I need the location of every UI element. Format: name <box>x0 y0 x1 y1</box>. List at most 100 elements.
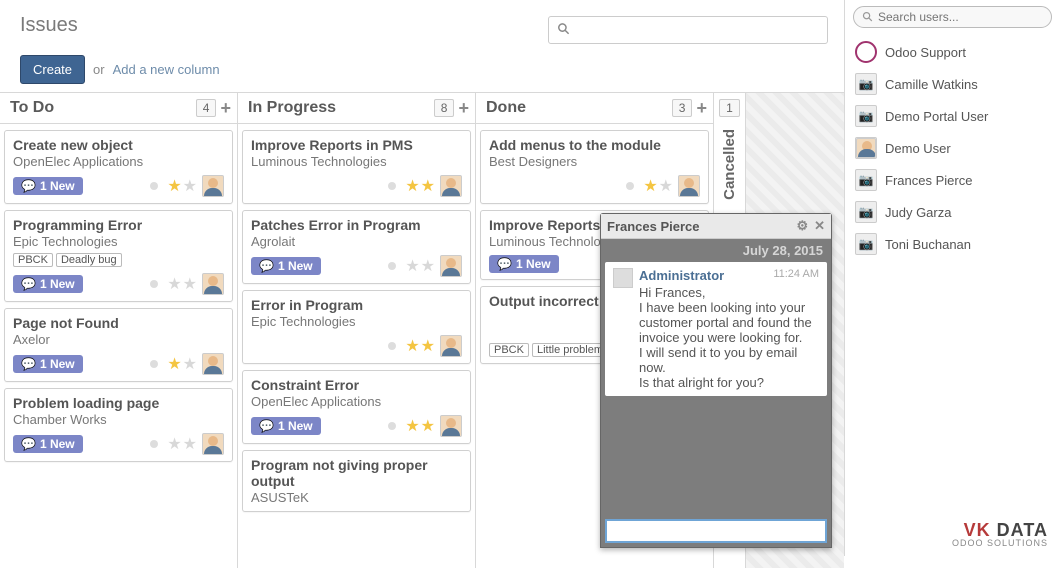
status-dot[interactable] <box>388 182 396 190</box>
user-name: Odoo Support <box>885 45 966 60</box>
new-pill[interactable]: 💬 1 New <box>489 255 559 273</box>
user-row[interactable]: 📷 Demo Portal User <box>849 100 1056 132</box>
card-subtitle: Epic Technologies <box>251 314 462 329</box>
close-icon[interactable]: ✕ <box>814 218 825 234</box>
chat-input-box[interactable] <box>605 519 827 543</box>
card-title: Improve Reports in PMS <box>251 137 462 153</box>
avatar <box>440 335 462 357</box>
avatar <box>202 273 224 295</box>
avatar: 📷 <box>855 105 877 127</box>
avatar: 📷 <box>855 233 877 255</box>
user-name: Camille Watkins <box>885 77 978 92</box>
avatar <box>202 175 224 197</box>
user-row[interactable]: Demo User <box>849 132 1056 164</box>
card-subtitle: OpenElec Applications <box>13 154 224 169</box>
create-button[interactable]: Create <box>20 55 85 84</box>
chat-text: Hi Frances, I have been looking into you… <box>639 285 819 390</box>
kanban-card[interactable]: Problem loading page Chamber Works 💬 1 N… <box>4 388 233 462</box>
chat-title: Frances Pierce <box>607 219 700 234</box>
brand-logo: VK DATA ODOO SOLUTIONS <box>952 521 1048 548</box>
user-search-input[interactable] <box>878 10 1043 24</box>
search-icon <box>863 10 873 24</box>
avatar <box>440 175 462 197</box>
add-card-icon[interactable]: + <box>696 100 707 116</box>
priority-stars[interactable]: ★★ <box>167 274 197 294</box>
status-dot[interactable] <box>626 182 634 190</box>
status-dot[interactable] <box>150 280 158 288</box>
priority-stars[interactable]: ★★ <box>167 354 197 374</box>
column-count: 3 <box>672 99 693 117</box>
search-box[interactable] <box>548 16 828 44</box>
card-subtitle: ASUSTeK <box>251 490 462 505</box>
kanban-card[interactable]: Constraint Error OpenElec Applications 💬… <box>242 370 471 444</box>
search-input[interactable] <box>576 23 819 38</box>
status-dot[interactable] <box>388 262 396 270</box>
avatar <box>202 433 224 455</box>
kanban-card[interactable]: Page not Found Axelor 💬 1 New ★★ <box>4 308 233 382</box>
card-subtitle: Luminous Technologies <box>251 154 462 169</box>
column-title: Done <box>486 99 526 117</box>
card-subtitle: Agrolait <box>251 234 462 249</box>
user-name: Demo Portal User <box>885 109 988 124</box>
avatar <box>440 415 462 437</box>
chat-header[interactable]: Frances Pierce ⚙ ✕ <box>601 214 831 239</box>
column-title: In Progress <box>248 99 336 117</box>
priority-stars[interactable]: ★★ <box>643 176 673 196</box>
chat-message: Administrator 11:24 AM Hi Frances, I hav… <box>605 262 827 396</box>
card-title: Constraint Error <box>251 377 462 393</box>
column-title: Cancelled <box>721 129 738 200</box>
new-pill[interactable]: 💬 1 New <box>13 355 83 373</box>
kanban-card[interactable]: Improve Reports in PMS Luminous Technolo… <box>242 130 471 204</box>
card-title: Program not giving proper output <box>251 457 462 489</box>
user-row[interactable]: 📷 Camille Watkins <box>849 68 1056 100</box>
status-dot[interactable] <box>388 342 396 350</box>
new-pill[interactable]: 💬 1 New <box>251 257 321 275</box>
user-row[interactable]: 📷 Judy Garza <box>849 196 1056 228</box>
user-row[interactable]: 📷 Toni Buchanan <box>849 228 1056 260</box>
column-count: 1 <box>719 99 740 117</box>
kanban-card[interactable]: Patches Error in Program Agrolait 💬 1 Ne… <box>242 210 471 284</box>
avatar <box>202 353 224 375</box>
user-name: Toni Buchanan <box>885 237 971 252</box>
new-pill[interactable]: 💬 1 New <box>13 275 83 293</box>
user-row[interactable]: 📷 Frances Pierce <box>849 164 1056 196</box>
priority-stars[interactable]: ★★ <box>405 256 435 276</box>
user-name: Demo User <box>885 141 951 156</box>
user-row[interactable]: Odoo Support <box>849 36 1056 68</box>
priority-stars[interactable]: ★★ <box>405 416 435 436</box>
priority-stars[interactable]: ★★ <box>167 434 197 454</box>
new-pill[interactable]: 💬 1 New <box>13 177 83 195</box>
chat-input[interactable] <box>611 523 821 538</box>
tag: Little problem <box>532 343 608 357</box>
kanban-card[interactable]: Programming Error Epic Technologies PBCK… <box>4 210 233 302</box>
user-name: Frances Pierce <box>885 173 972 188</box>
status-dot[interactable] <box>388 422 396 430</box>
kanban-card[interactable]: Program not giving proper output ASUSTeK <box>242 450 471 512</box>
chat-author[interactable]: Administrator <box>639 268 724 283</box>
add-card-icon[interactable]: + <box>220 100 231 116</box>
status-dot[interactable] <box>150 440 158 448</box>
kanban-card[interactable]: Error in Program Epic Technologies ★★ <box>242 290 471 364</box>
page-title: Issues <box>20 14 220 37</box>
users-panel: Odoo Support 📷 Camille Watkins 📷 Demo Po… <box>844 0 1060 556</box>
status-dot[interactable] <box>150 360 158 368</box>
priority-stars[interactable]: ★★ <box>167 176 197 196</box>
column-inprogress: In Progress 8 + Improve Reports in PMS L… <box>238 93 476 568</box>
gear-icon[interactable]: ⚙ <box>796 218 808 234</box>
tag: PBCK <box>489 343 529 357</box>
priority-stars[interactable]: ★★ <box>405 336 435 356</box>
avatar: 📷 <box>855 73 877 95</box>
add-column-link[interactable]: Add a new column <box>113 62 220 77</box>
card-subtitle: OpenElec Applications <box>251 394 462 409</box>
tag: PBCK <box>13 253 53 267</box>
new-pill[interactable]: 💬 1 New <box>251 417 321 435</box>
kanban-card[interactable]: Add menus to the module Best Designers ★… <box>480 130 709 204</box>
new-pill[interactable]: 💬 1 New <box>13 435 83 453</box>
card-subtitle: Axelor <box>13 332 224 347</box>
status-dot[interactable] <box>150 182 158 190</box>
add-card-icon[interactable]: + <box>458 100 469 116</box>
kanban-card[interactable]: Create new object OpenElec Applications … <box>4 130 233 204</box>
user-search-box[interactable] <box>853 6 1052 28</box>
chat-time: 11:24 AM <box>773 268 819 280</box>
priority-stars[interactable]: ★★ <box>405 176 435 196</box>
